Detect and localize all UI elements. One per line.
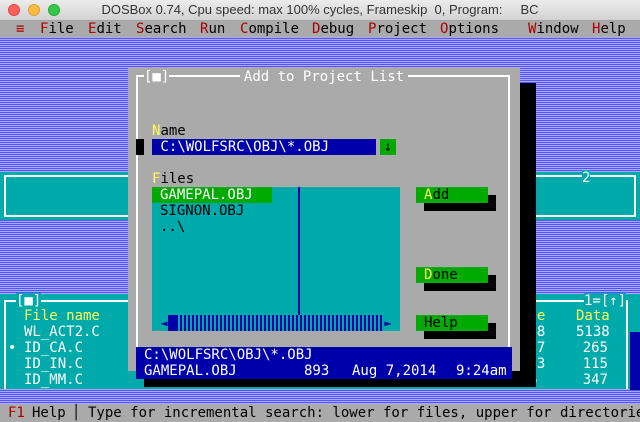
f1-help-label[interactable]: Help xyxy=(32,405,66,421)
window-titlebar: DOSBox 0.74, Cpu speed: max 100% cycles,… xyxy=(0,0,640,21)
name-input-marker xyxy=(136,139,144,155)
help-button[interactable]: Help xyxy=(416,315,488,331)
dialog-shadow xyxy=(520,83,536,387)
name-label: Name xyxy=(152,123,186,139)
scroll-left-arrow-icon[interactable]: ◄ xyxy=(160,315,168,331)
list-item[interactable]: GAMEPAL.OBJ xyxy=(152,187,272,203)
status-divider: │ xyxy=(72,405,81,421)
file-list[interactable]: GAMEPAL.OBJ SIGNON.OBJ ..\ ◄ ► xyxy=(152,187,400,331)
name-input[interactable]: C:\WOLFSRC\OBJ\*.OBJ xyxy=(152,139,376,155)
menu-edit[interactable]: Edit xyxy=(88,21,122,37)
table-row-data: 347 xyxy=(582,372,608,388)
status-hint: Type for incremental search: lower for f… xyxy=(88,405,640,421)
status-bar: F1 Help │ Type for incremental search: l… xyxy=(0,404,640,422)
menu-debug[interactable]: Debug xyxy=(312,21,354,37)
table-row-data: 5138 xyxy=(576,324,610,340)
column-header-data: Data xyxy=(576,308,610,324)
info-file-time: 9:24am xyxy=(456,363,507,379)
dialog-title: Add to Project List xyxy=(235,69,413,85)
table-row-file-name[interactable]: ID_CA.C xyxy=(24,340,83,356)
menu-search[interactable]: Search xyxy=(136,21,187,37)
menu-compile[interactable]: Compile xyxy=(240,21,299,37)
file-list-column-divider xyxy=(298,187,300,315)
done-button[interactable]: Done xyxy=(416,267,488,283)
menu-window[interactable]: Window xyxy=(528,21,579,37)
table-row-data: 115 xyxy=(582,356,608,372)
menu-run[interactable]: Run xyxy=(200,21,225,37)
table-row-file-name[interactable]: ID_MM.C xyxy=(24,372,83,388)
scroll-right-arrow-icon[interactable]: ► xyxy=(384,315,392,331)
files-label: Files xyxy=(152,171,195,187)
file-info-panel: C:\WOLFSRC\OBJ\*.OBJ GAMEPAL.OBJ 893 Aug… xyxy=(136,347,512,379)
table-row-file-name[interactable]: WL_ACT2.C xyxy=(24,324,100,340)
menu-project[interactable]: Project xyxy=(368,21,427,37)
edit-window-number: 2 xyxy=(582,170,591,186)
button-shadow xyxy=(488,323,496,331)
current-file-marker: • xyxy=(8,340,17,356)
button-shadow xyxy=(488,275,496,283)
menu-bar: ≡ File Edit Search Run Compile Debug Pro… xyxy=(0,21,640,37)
history-down-arrow-icon[interactable]: ↓ xyxy=(380,139,396,155)
info-file-size: 893 xyxy=(304,363,330,379)
file-list-horizontal-scrollbar[interactable]: ◄ ► xyxy=(160,315,392,331)
dos-screen: ≡ File Edit Search Run Compile Debug Pro… xyxy=(0,21,640,422)
list-item[interactable]: SIGNON.OBJ xyxy=(160,203,244,219)
button-shadow xyxy=(488,195,496,203)
button-shadow xyxy=(424,203,496,211)
project-window-close-button[interactable]: [■] xyxy=(16,293,42,309)
project-window-number[interactable]: 1=[↑] xyxy=(584,293,627,309)
button-shadow xyxy=(424,283,496,291)
project-window-scrollbar[interactable] xyxy=(630,332,640,390)
window-title: DOSBox 0.74, Cpu speed: max 100% cycles,… xyxy=(101,2,539,17)
list-item[interactable]: ..\ xyxy=(160,219,185,235)
menu-options[interactable]: Options xyxy=(440,21,499,37)
column-header-file-name: File name xyxy=(24,308,100,324)
f1-key[interactable]: F1 xyxy=(8,405,25,421)
add-button[interactable]: Add xyxy=(416,187,488,203)
info-path: C:\WOLFSRC\OBJ\*.OBJ xyxy=(144,347,313,363)
scroll-thumb[interactable] xyxy=(170,315,178,331)
menu-help[interactable]: Help xyxy=(592,21,626,37)
button-shadow xyxy=(424,331,496,339)
info-file-date: Aug 7,2014 xyxy=(352,363,437,379)
add-to-project-dialog: [■] Add to Project List Name C:\WOLFSRC\… xyxy=(128,67,520,379)
table-row-data: 265 xyxy=(582,340,608,356)
menu-file[interactable]: File xyxy=(40,21,74,37)
info-file-name: GAMEPAL.OBJ xyxy=(144,363,237,379)
system-menu-icon[interactable]: ≡ xyxy=(16,21,24,37)
table-row-file-name[interactable]: ID_IN.C xyxy=(24,356,83,372)
